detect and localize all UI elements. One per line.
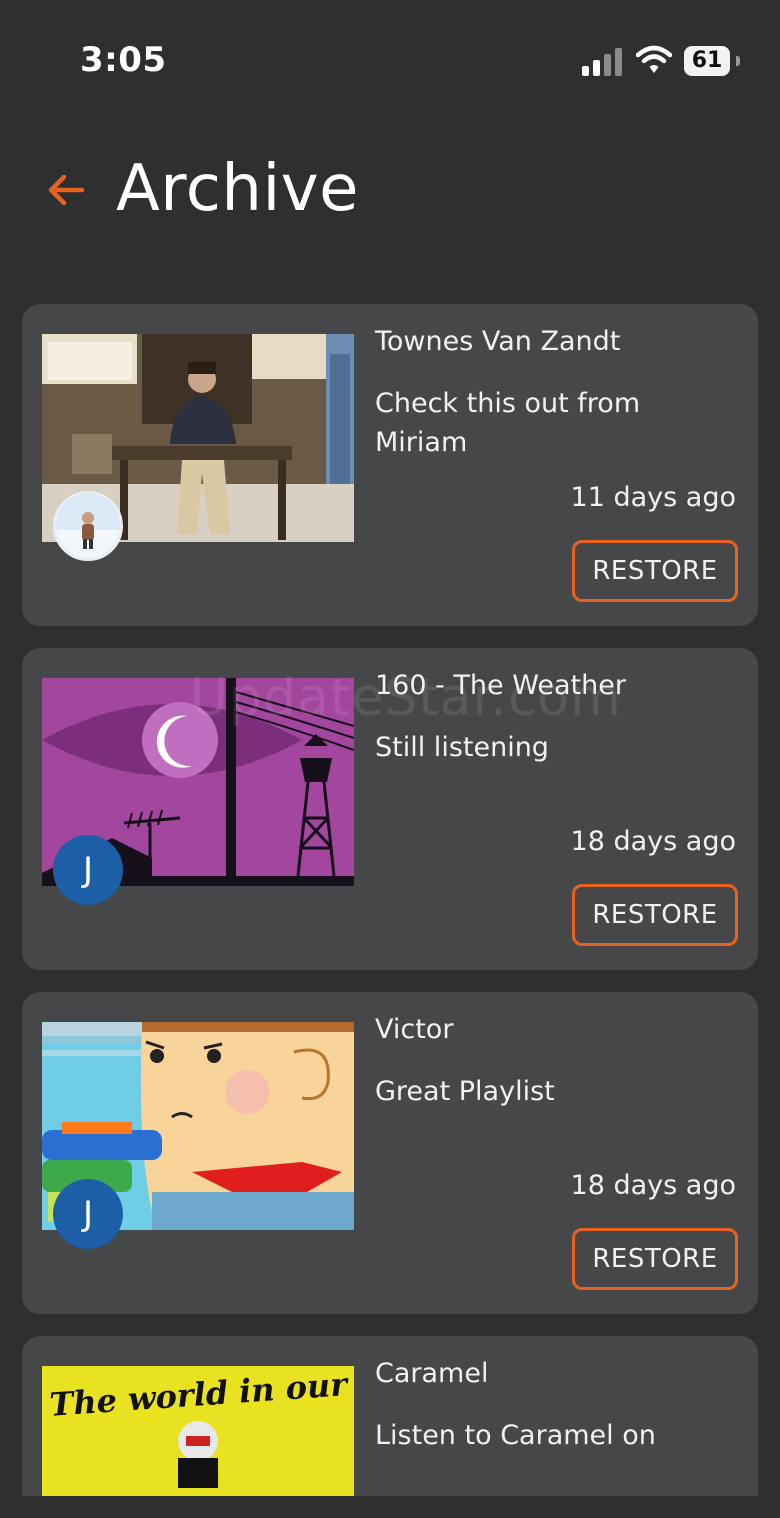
page-title: Archive (116, 152, 359, 226)
item-message: Check this out from Miriam (375, 388, 641, 458)
archive-list: Townes Van Zandt Check this out from Mir… (22, 304, 758, 1518)
restore-button[interactable]: RESTORE (572, 1228, 738, 1290)
battery-icon: 61 (684, 46, 740, 76)
item-message: Listen to Caramel on (375, 1420, 656, 1451)
page-header: Archive (0, 140, 780, 250)
avatar (53, 491, 123, 561)
status-time: 3:05 (80, 40, 167, 80)
item-title: Caramel (375, 1358, 489, 1389)
item-timestamp: 11 days ago (570, 482, 736, 513)
archive-card[interactable]: J 160 - The Weather Still listening 18 d… (22, 648, 758, 970)
archive-card[interactable]: The world in our own Backyard Caramel Li… (22, 1336, 758, 1496)
arrow-left-icon[interactable] (44, 168, 88, 212)
avatar: J (53, 835, 123, 905)
album-art-caramel: The world in our own Backyard (42, 1366, 354, 1496)
signal-icon (582, 48, 624, 76)
battery-level: 61 (684, 46, 730, 76)
item-message: Great Playlist (375, 1076, 555, 1107)
avatar: J (53, 1179, 123, 1249)
archive-card[interactable]: J Victor Great Playlist 18 days ago REST… (22, 992, 758, 1314)
item-timestamp: 18 days ago (570, 1170, 736, 1201)
item-title: Townes Van Zandt (375, 326, 621, 357)
item-message: Still listening (375, 732, 549, 763)
wifi-icon (636, 45, 672, 73)
item-timestamp: 18 days ago (570, 826, 736, 857)
item-title: Victor (375, 1014, 454, 1045)
status-bar: 3:05 61 (0, 0, 780, 120)
restore-button[interactable]: RESTORE (572, 884, 738, 946)
archive-card[interactable]: Townes Van Zandt Check this out from Mir… (22, 304, 758, 626)
item-title: 160 - The Weather (375, 670, 626, 701)
restore-button[interactable]: RESTORE (572, 540, 738, 602)
